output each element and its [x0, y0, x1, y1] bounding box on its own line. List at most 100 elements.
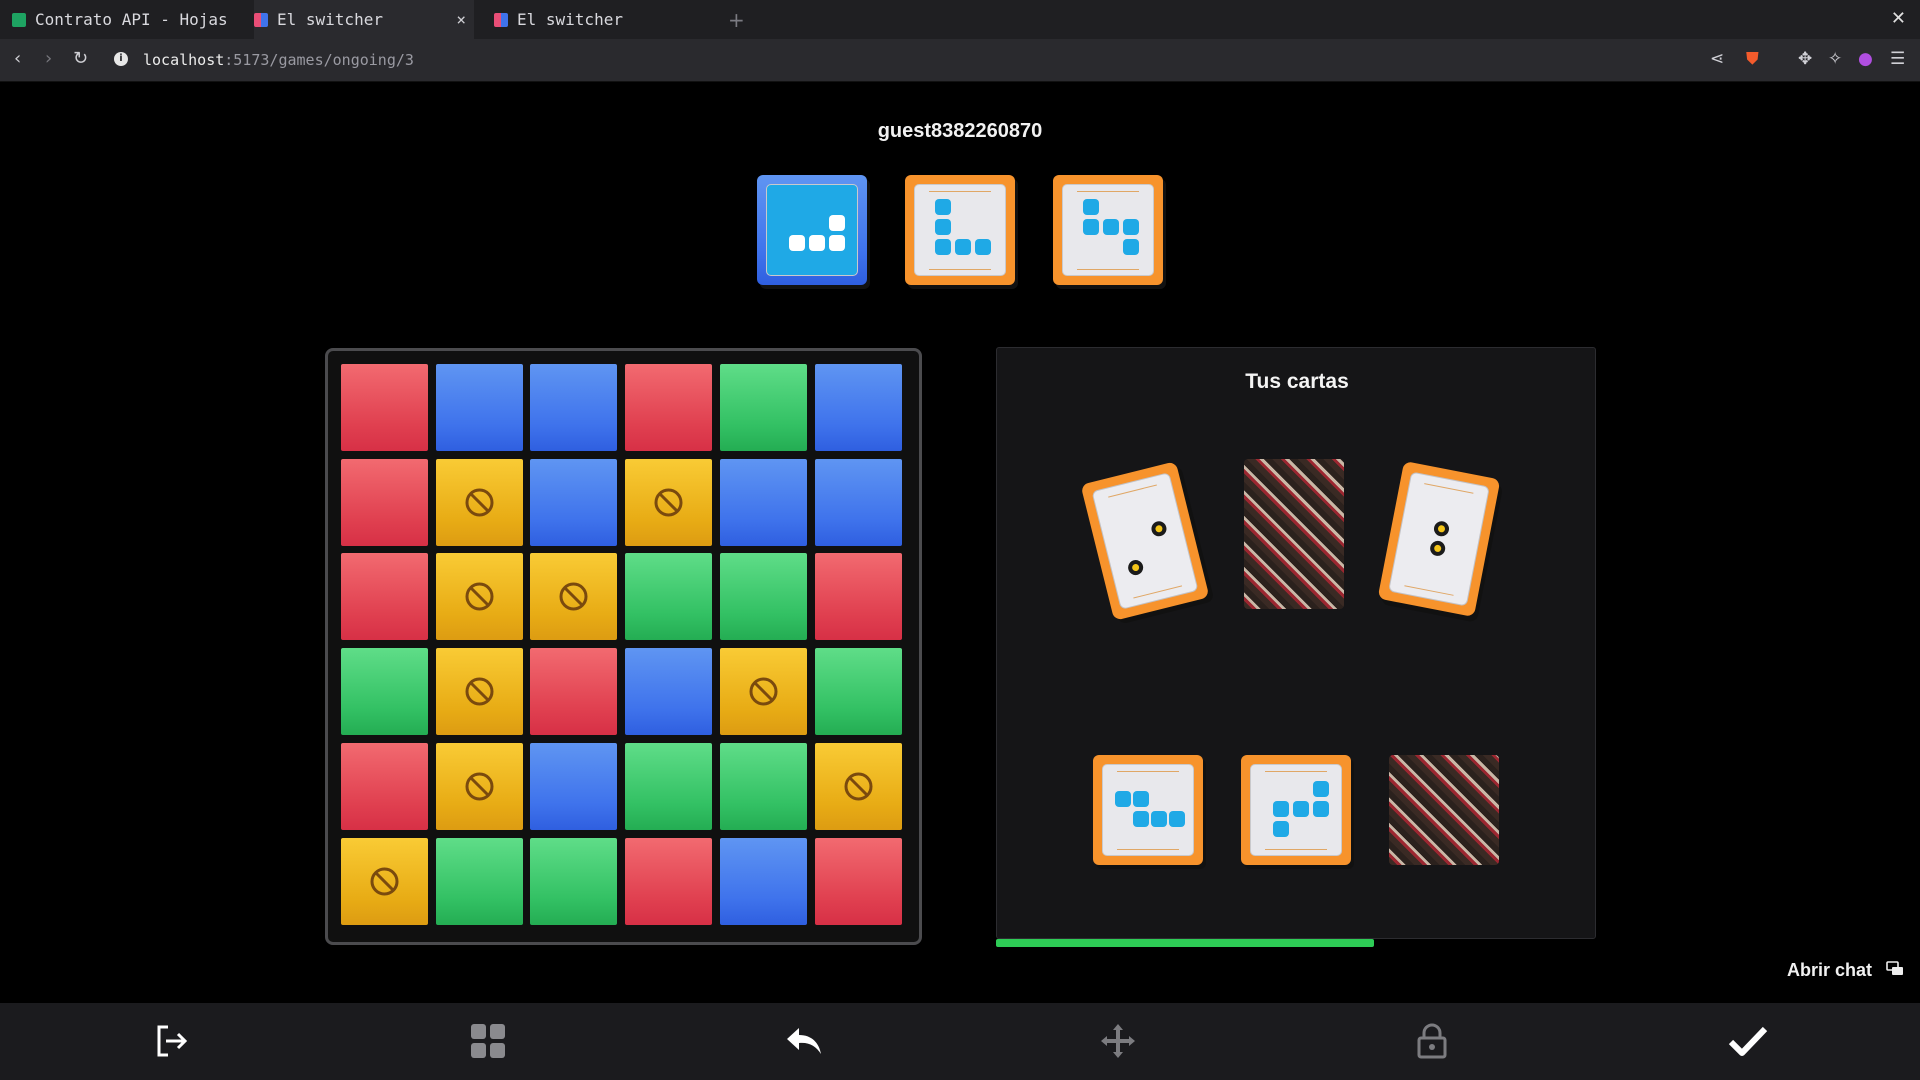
board-tile-red[interactable]	[814, 553, 902, 641]
chat-bubbles-icon	[1886, 960, 1904, 981]
board-tile-red[interactable]	[530, 648, 618, 736]
open-chat-label: Abrir chat	[1786, 960, 1872, 980]
card-ornament	[1265, 771, 1327, 772]
board-tile-yellow[interactable]	[435, 553, 523, 641]
figure-square	[809, 235, 825, 251]
figure-square	[1083, 219, 1099, 235]
profile-icon[interactable]: ●	[1858, 49, 1873, 69]
movement-card-diagonal[interactable]	[1080, 461, 1210, 621]
board-tile-yellow[interactable]	[625, 458, 713, 546]
move-button[interactable]	[1096, 1019, 1140, 1063]
url-field[interactable]: localhost:5173/games/ongoing/3	[143, 51, 414, 69]
figure-square	[1083, 199, 1099, 215]
close-tab-icon[interactable]: ×	[456, 10, 466, 29]
share-icon[interactable]: ⋖	[1710, 49, 1724, 69]
my-figure-card-1[interactable]	[1093, 755, 1203, 865]
blocked-icon	[465, 582, 494, 611]
opponent-figure-card-3[interactable]	[1053, 175, 1163, 285]
board-tile-red[interactable]	[814, 837, 902, 925]
open-chat-button[interactable]: Abrir chat	[1787, 960, 1904, 981]
board-tile-yellow[interactable]	[435, 458, 523, 546]
board-tile-green[interactable]	[341, 648, 428, 736]
board-tile-yellow[interactable]	[814, 742, 902, 830]
my-cards-panel: Tus cartas	[996, 347, 1596, 939]
back-icon[interactable]: ‹	[14, 49, 21, 69]
menu-icon[interactable]: ☰	[1890, 49, 1905, 69]
board-tile-blue[interactable]	[625, 648, 713, 736]
undo-button[interactable]	[782, 1019, 826, 1063]
brave-shield-icon[interactable]: ⛊	[1746, 49, 1759, 69]
board-tile-green[interactable]	[625, 742, 713, 830]
board-tile-blue[interactable]	[530, 364, 618, 451]
board-tile-green[interactable]	[719, 364, 807, 451]
card-ornament	[1108, 484, 1157, 498]
lock-button[interactable]	[1410, 1019, 1454, 1063]
face-down-card[interactable]	[1244, 459, 1344, 609]
opponent-figure-card-1[interactable]	[757, 175, 867, 285]
extensions-icon[interactable]: ✥	[1798, 49, 1812, 69]
confirm-move-button[interactable]	[1726, 1019, 1770, 1063]
board-tile-blue[interactable]	[814, 458, 902, 546]
blocked-icon	[844, 772, 872, 801]
board-tile-yellow[interactable]	[435, 742, 523, 830]
movement-card-vertical[interactable]	[1377, 460, 1501, 618]
game-toolbar	[0, 1003, 1920, 1080]
board-tile-green[interactable]	[625, 553, 713, 641]
board-tile-blue[interactable]	[530, 458, 618, 546]
board-tile-blue[interactable]	[814, 364, 902, 451]
tab-el-switcher-active[interactable]: El switcher ×	[254, 0, 474, 39]
card-ornament	[1404, 585, 1454, 596]
board-tile-green[interactable]	[530, 837, 618, 925]
figure-square	[1293, 801, 1309, 817]
board-tile-red[interactable]	[341, 364, 428, 451]
board-tile-red[interactable]	[341, 742, 428, 830]
board-tile-blue[interactable]	[719, 458, 807, 546]
board-tile-blue[interactable]	[530, 742, 618, 830]
figure-square	[955, 239, 971, 255]
url-path: :5173/games/ongoing/3	[224, 51, 414, 69]
blocked-icon	[749, 677, 778, 706]
reload-icon[interactable]: ↻	[73, 49, 88, 69]
confirm-icon	[1728, 1026, 1768, 1056]
leave-game-button[interactable]	[150, 1019, 194, 1063]
board-tile-blue[interactable]	[719, 837, 807, 925]
figure-square	[1151, 811, 1167, 827]
tab-el-switcher[interactable]: El switcher	[494, 0, 714, 39]
board-tile-yellow[interactable]	[435, 648, 523, 736]
figure-square	[975, 239, 991, 255]
board-tile-yellow[interactable]	[341, 837, 428, 925]
window-close-icon[interactable]: ✕	[1891, 8, 1906, 29]
game-board	[325, 348, 922, 945]
tab-contrato-api[interactable]: Contrato API - Hojas	[12, 0, 232, 39]
board-tile-green[interactable]	[435, 837, 523, 925]
board-tile-yellow[interactable]	[530, 553, 618, 641]
switcher-favicon-icon	[494, 12, 508, 27]
face-down-card[interactable]	[1389, 755, 1499, 865]
board-tile-blue[interactable]	[435, 364, 523, 451]
site-info-icon[interactable]: i	[114, 52, 128, 66]
my-figure-card-2[interactable]	[1241, 755, 1351, 865]
leo-ai-icon[interactable]: ✧	[1828, 49, 1842, 69]
board-tile-yellow[interactable]	[719, 648, 807, 736]
board-tile-red[interactable]	[625, 364, 713, 451]
movement-card-face	[1388, 471, 1490, 607]
blocked-icon	[465, 772, 494, 801]
blocked-icon	[654, 488, 683, 517]
leave-game-icon	[157, 1025, 188, 1057]
figure-square	[1273, 821, 1289, 837]
figure-square	[935, 239, 951, 255]
board-view-button[interactable]	[466, 1019, 510, 1063]
opponent-figure-card-2[interactable]	[905, 175, 1015, 285]
new-tab-button[interactable]: +	[728, 8, 745, 32]
board-tile-red[interactable]	[341, 553, 428, 641]
board-tile-green[interactable]	[719, 742, 807, 830]
board-tile-red[interactable]	[341, 458, 428, 546]
forward-icon[interactable]: ›	[45, 49, 52, 69]
board-tile-red[interactable]	[625, 837, 713, 925]
blocked-icon	[559, 582, 588, 611]
tab-title: El switcher	[517, 10, 623, 29]
board-tile-green[interactable]	[719, 553, 807, 641]
figure-square	[1133, 791, 1149, 807]
board-tile-green[interactable]	[814, 648, 902, 736]
tab-title: El switcher	[277, 10, 383, 29]
